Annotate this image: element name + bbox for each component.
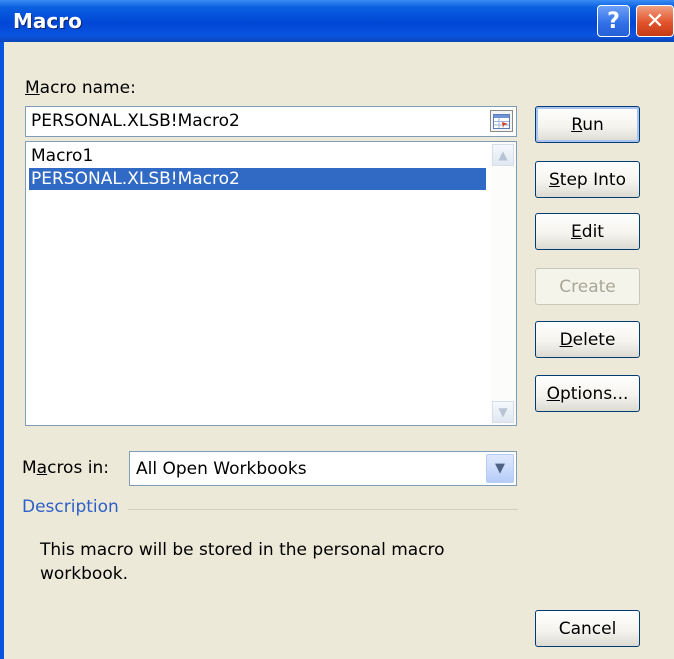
macro-list[interactable]: Macro1 PERSONAL.XLSB!Macro2 ▲ ▼ (25, 141, 517, 426)
macros-in-select[interactable]: All Open Workbooks ▼ (129, 451, 517, 486)
window-frame (0, 42, 4, 659)
description-text: This macro will be stored in the persona… (40, 540, 445, 584)
description-divider (128, 509, 518, 510)
close-button[interactable]: ✕ (636, 5, 674, 37)
macro-name-label: Macro name: (25, 78, 136, 98)
close-icon: ✕ (645, 8, 665, 34)
chevron-down-icon: ▼ (498, 405, 508, 419)
window-title: Macro (13, 9, 82, 33)
range-selector-icon (493, 113, 510, 129)
scroll-up-button[interactable]: ▲ (492, 144, 514, 166)
title-bar[interactable]: Macro ? ✕ (0, 0, 674, 42)
chevron-up-icon: ▲ (498, 148, 508, 162)
list-item-selected[interactable]: PERSONAL.XLSB!Macro2 (29, 168, 486, 190)
chevron-down-icon: ▼ (495, 461, 505, 476)
cancel-button[interactable]: Cancel (535, 610, 640, 647)
delete-button[interactable]: Delete (535, 321, 640, 358)
create-button: Create (535, 268, 640, 305)
list-item[interactable]: Macro1 (29, 145, 486, 167)
macros-in-label: Macros in: (22, 458, 109, 478)
help-button[interactable]: ? (597, 5, 630, 37)
help-icon: ? (607, 8, 620, 34)
macro-name-input[interactable] (31, 111, 471, 131)
description-title: Description (22, 497, 119, 517)
collapse-dialog-button[interactable] (490, 110, 513, 132)
macro-dialog: Macro ? ✕ Macro name: Macro1 PERSONAL.XL… (0, 0, 674, 659)
scroll-down-button[interactable]: ▼ (492, 401, 514, 423)
macros-in-value: All Open Workbooks (136, 459, 307, 479)
macros-in-dropdown-button[interactable]: ▼ (486, 454, 514, 483)
list-scrollbar[interactable]: ▲ ▼ (490, 142, 516, 425)
options-button[interactable]: Options... (535, 375, 640, 412)
step-into-button[interactable]: Step Into (535, 161, 640, 198)
macro-name-field[interactable] (25, 106, 517, 137)
run-button[interactable]: Run (535, 106, 640, 143)
edit-button[interactable]: Edit (535, 213, 640, 250)
